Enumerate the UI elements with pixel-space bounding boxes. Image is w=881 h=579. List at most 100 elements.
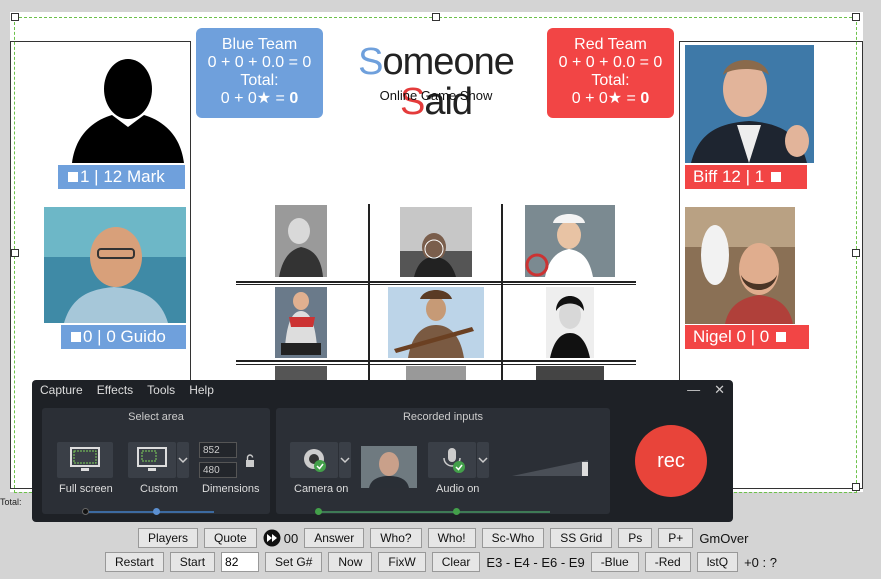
record-button[interactable]: rec [635, 425, 707, 497]
red-team-score-line: 0 + 0 + 0.0 = 0 [558, 54, 663, 71]
blue-team-title: Blue Team [221, 36, 298, 53]
grid-tile[interactable] [275, 205, 327, 277]
now-button[interactable]: Now [328, 552, 373, 572]
nameplate-nigel: Nigel 0 | 0 [685, 325, 809, 349]
control-toolbar-top: Players Quote 00 Answer Who? Who! Sc-Who… [138, 528, 754, 548]
ps-button[interactable]: Ps [618, 528, 653, 548]
audio-toggle-button[interactable] [428, 442, 476, 478]
screen-recorder-panel: Capture Effects Tools Help — ✕ Select ar… [32, 380, 733, 522]
game-number-input[interactable] [221, 552, 260, 572]
audio-label: Audio on [436, 483, 480, 495]
red-team-title: Red Team [574, 36, 647, 53]
minimize-icon[interactable]: — [687, 382, 700, 398]
players-button[interactable]: Players [138, 528, 199, 548]
menu-tools[interactable]: Tools [147, 383, 175, 397]
episode-list: E3 - E4 - E6 - E9 [486, 554, 585, 570]
camera-label: Camera on [294, 483, 349, 495]
fixw-button[interactable]: FixW [378, 552, 426, 572]
resize-handle[interactable] [852, 249, 860, 257]
player-label-nigel: Nigel 0 | 0 [693, 327, 770, 346]
minus-blue-button[interactable]: -Blue [590, 552, 639, 572]
blue-team-total-value: 0 [289, 90, 299, 107]
nameplate-biff: Biff 12 | 1 [685, 165, 807, 189]
chevron-down-icon [478, 457, 488, 464]
inputs-slider-track [318, 511, 550, 513]
set-game-button[interactable]: Set G# [265, 552, 323, 572]
menu-capture[interactable]: Capture [40, 383, 83, 397]
show-tagline: Online Game Show [379, 88, 493, 103]
webcam-icon [304, 449, 326, 472]
chevron-down-icon [178, 457, 188, 464]
custom-area-button[interactable] [128, 442, 176, 478]
width-input[interactable] [199, 442, 237, 458]
camera-dropdown[interactable] [339, 442, 351, 478]
tally-label: +0 : ? [744, 554, 777, 570]
resize-handle[interactable] [11, 13, 19, 21]
p-plus-button[interactable]: P+ [658, 528, 694, 548]
camera-slider-dot[interactable] [315, 508, 322, 515]
grid-tile[interactable] [525, 205, 615, 277]
player-label-mark: 1 | 12 Mark [80, 167, 165, 186]
start-button[interactable]: Start [169, 552, 216, 572]
player-photo-nigel [685, 207, 795, 324]
full-screen-label: Full screen [59, 483, 113, 495]
grid-tile[interactable] [400, 207, 472, 277]
red-team-total-value: 0 [640, 90, 650, 107]
restart-button[interactable]: Restart [105, 552, 164, 572]
show-logo: Someone Said [333, 42, 539, 122]
resize-handle[interactable] [11, 249, 19, 257]
area-slider-track [86, 511, 214, 513]
lock-icon[interactable] [244, 454, 256, 468]
monitor-icon [137, 447, 167, 471]
player-photo-biff [685, 45, 814, 163]
player-label-biff: Biff 12 | 1 [693, 167, 765, 186]
red-team-total-expr: 0 + 0★ = [571, 90, 641, 107]
sc-who-button[interactable]: Sc-Who [481, 528, 545, 548]
player-photo-mark [72, 57, 184, 163]
question-counter: 00 [283, 530, 299, 546]
blue-team-total-label: Total: [240, 72, 279, 89]
resize-handle[interactable] [852, 483, 860, 491]
clear-button[interactable]: Clear [431, 552, 481, 572]
height-input[interactable] [199, 462, 237, 478]
volume-level-icon[interactable] [512, 454, 592, 478]
who-question-button[interactable]: Who? [370, 528, 422, 548]
resize-handle[interactable] [852, 13, 860, 21]
gmover-label: GmOver [699, 530, 749, 546]
area-slider-left[interactable] [82, 508, 89, 515]
fast-forward-icon[interactable] [263, 529, 281, 547]
grid-divider [236, 360, 636, 362]
answer-button[interactable]: Answer [304, 528, 365, 548]
grid-tile[interactable] [275, 287, 327, 358]
ss-grid-button[interactable]: SS Grid [550, 528, 613, 548]
grid-tile[interactable] [406, 366, 466, 380]
lstq-button[interactable]: lstQ [696, 552, 739, 572]
square-icon [71, 332, 81, 342]
red-team-total: 0 + 0★ = 0 [547, 90, 674, 108]
close-icon[interactable]: ✕ [714, 382, 725, 398]
full-screen-button[interactable] [57, 442, 113, 478]
area-slider-right[interactable] [153, 508, 160, 515]
minus-red-button[interactable]: -Red [644, 552, 691, 572]
custom-area-dropdown[interactable] [177, 442, 189, 478]
grid-divider [236, 364, 636, 365]
silhouette-icon [72, 59, 184, 163]
player-photo-guido [44, 207, 186, 323]
grid-tile[interactable] [275, 366, 327, 380]
nameplate-mark: 1 | 12 Mark [58, 165, 185, 189]
logo-part1: omeone [382, 41, 515, 83]
menu-help[interactable]: Help [189, 383, 214, 397]
audio-slider-dot[interactable] [453, 508, 460, 515]
red-team-total-label: Total: [591, 72, 630, 89]
quote-button[interactable]: Quote [204, 528, 257, 548]
grid-tile[interactable] [546, 287, 594, 358]
total-small-label: Total: [0, 497, 22, 507]
who-reveal-button[interactable]: Who! [427, 528, 476, 548]
logo-letter-s1: S [358, 41, 383, 83]
menu-effects[interactable]: Effects [97, 383, 133, 397]
audio-dropdown[interactable] [477, 442, 489, 478]
camera-toggle-button[interactable] [290, 442, 338, 478]
grid-tile[interactable] [536, 366, 604, 380]
grid-tile[interactable] [388, 287, 484, 358]
resize-handle[interactable] [432, 13, 440, 21]
